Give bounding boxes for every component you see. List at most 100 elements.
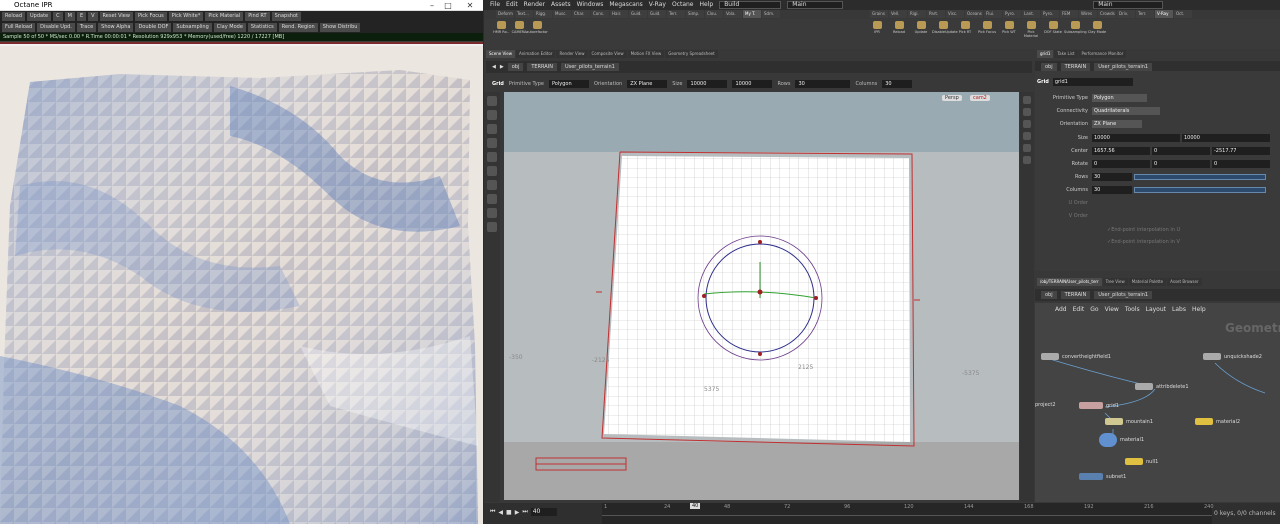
network-tab-0[interactable]: /obj/TERRAIN/User_pilots_terr <box>1037 278 1102 286</box>
ghost-icon[interactable] <box>1023 144 1031 152</box>
first-frame-icon[interactable]: ⏮ <box>490 508 495 516</box>
node-grid1[interactable]: grid1 <box>1079 402 1119 409</box>
viewport-tab-5[interactable]: Geometry Spreadsheet <box>665 50 718 58</box>
p-rotate-z[interactable]: 0 <box>1212 159 1270 168</box>
desktop-main2-dropdown[interactable]: Main <box>1093 1 1164 9</box>
p-center-z[interactable]: -2517.77 <box>1212 146 1270 155</box>
path-node[interactable]: User_pilots_terrain1 <box>560 63 619 71</box>
params-tab-0[interactable]: grid1 <box>1037 50 1054 58</box>
octane-btn-r1-11[interactable]: Snapshot <box>271 12 301 21</box>
orientation-select[interactable]: ZX Plane <box>627 80 668 88</box>
shelf-tab-right-5[interactable]: Oceans <box>965 10 983 18</box>
rows-field[interactable]: 30 <box>795 80 851 88</box>
network-tab-1[interactable]: Tree View <box>1102 278 1128 286</box>
p-rotate-x[interactable]: 0 <box>1092 159 1150 168</box>
columns-field[interactable]: 30 <box>882 80 913 88</box>
shelf-tool-right-2[interactable]: Update <box>910 21 932 34</box>
params-path-terrain[interactable]: TERRAIN <box>1060 63 1091 71</box>
lock-icon[interactable] <box>487 166 497 176</box>
normals-icon[interactable] <box>1023 156 1031 164</box>
shelf-tab-left-0[interactable]: Deform <box>496 10 514 18</box>
current-frame-marker[interactable]: 40 <box>690 503 701 509</box>
p-size-x[interactable]: 10000 <box>1092 133 1180 142</box>
params-path-node[interactable]: User_pilots_terrain1 <box>1094 63 1153 71</box>
shelf-tool-right-8[interactable]: DOF State <box>1042 21 1064 34</box>
shelf-tab-left-6[interactable]: Hair. <box>610 10 628 18</box>
octane-btn-r2-8[interactable]: Rend. Region <box>278 23 318 32</box>
node-convertheightfield1[interactable]: convertheightfield1 <box>1041 353 1111 360</box>
play-icon[interactable]: ▶ <box>515 509 520 516</box>
octane-btn-r1-3[interactable]: M <box>64 12 75 21</box>
rotate-tool-icon[interactable] <box>487 124 497 134</box>
maximize-icon[interactable]: □ <box>440 0 456 11</box>
magnet-icon[interactable] <box>487 208 497 218</box>
shelf-tab-right-11[interactable]: Wires <box>1079 10 1097 18</box>
shelf-tool-right-7[interactable]: Pick Material <box>1020 21 1042 38</box>
menu-vray[interactable]: V-Ray <box>649 0 666 10</box>
params-tab-1[interactable]: Take List <box>1054 50 1078 58</box>
menu-octane[interactable]: Octane <box>672 0 694 10</box>
pose-tool-icon[interactable] <box>487 180 497 190</box>
node-unquickshade2[interactable]: unquickshade2 <box>1203 353 1262 360</box>
move-tool-icon[interactable] <box>487 110 497 120</box>
node-subnet1[interactable]: subnet1 <box>1079 473 1126 480</box>
shelf-tab-left-8[interactable]: Guid. <box>648 10 666 18</box>
shelf-tab-right-7[interactable]: Pyro. <box>1003 10 1021 18</box>
octane-btn-r2-5[interactable]: Subsampling <box>173 23 212 32</box>
shelf-tool-right-1[interactable]: Reload <box>888 21 910 34</box>
shelf-tab-right-16[interactable]: Oct. <box>1174 10 1192 18</box>
p-primtype-select[interactable]: Polygon <box>1092 93 1147 102</box>
menu-file[interactable]: File <box>490 0 500 10</box>
desktop-build-dropdown[interactable]: Build <box>719 1 782 9</box>
octane-btn-r2-2[interactable]: Trace <box>76 23 97 32</box>
shelf-tab-right-10[interactable]: FEM <box>1060 10 1078 18</box>
network-tab-2[interactable]: Material Palette <box>1128 278 1167 286</box>
menu-windows[interactable]: Windows <box>577 0 604 10</box>
shelf-tab-left-5[interactable]: Cons. <box>591 10 609 18</box>
viewport-tab-0[interactable]: Scene View <box>486 50 515 58</box>
octane-btn-r2-7[interactable]: Statistics <box>247 23 277 32</box>
p-center-x[interactable]: 1657.56 <box>1092 146 1150 155</box>
desktop-main-dropdown[interactable]: Main <box>787 1 844 9</box>
shelf-tool-right-4[interactable]: Pick RT <box>954 21 976 34</box>
net-path-obj[interactable]: obj <box>1041 291 1057 299</box>
shelf-tab-left-9[interactable]: Terr. <box>667 10 685 18</box>
persp-menu[interactable]: Persp <box>942 95 962 101</box>
path-terrain[interactable]: TERRAIN <box>527 63 557 71</box>
node-project2[interactable]: project2 <box>1035 402 1056 408</box>
network-editor[interactable]: AddEditGoViewToolsLayoutLabsHelp Geometr… <box>1035 303 1280 502</box>
shelf-tool-right-9[interactable]: Subsampling <box>1064 21 1087 34</box>
network-tab-3[interactable]: Asset Browser <box>1167 278 1202 286</box>
octane-btn-r1-0[interactable]: Reload <box>2 12 26 21</box>
viewport-tab-3[interactable]: Composite View <box>588 50 627 58</box>
shelf-tab-right-14[interactable]: Terr. <box>1136 10 1154 18</box>
back-arrow-icon[interactable]: ◀ <box>492 64 496 70</box>
primitive-type-select[interactable]: Polygon <box>548 80 589 88</box>
p-connectivity-select[interactable]: Quadrilaterals <box>1092 106 1160 115</box>
prev-frame-icon[interactable]: ◀ <box>498 509 503 516</box>
size-x-field[interactable]: 10000 <box>687 80 728 88</box>
shelf-tab-right-0[interactable]: Grains <box>870 10 888 18</box>
octane-btn-r2-1[interactable]: Disable Upd. <box>37 23 75 32</box>
shelf-tab-right-1[interactable]: Vell. <box>889 10 907 18</box>
shelf-tab-left-11[interactable]: Clou. <box>705 10 723 18</box>
shelf-tab-left-4[interactable]: Char. <box>572 10 590 18</box>
scene-viewport[interactable]: Persp cam2 -2125 2125 -5375 5375 -350 <box>504 92 1019 500</box>
stop-icon[interactable]: ■ <box>506 509 512 516</box>
shading-icon[interactable] <box>1023 108 1031 116</box>
params-node-name[interactable]: grid1 <box>1052 77 1133 86</box>
p-center-y[interactable]: 0 <box>1152 146 1210 155</box>
close-icon[interactable]: ✕ <box>462 0 478 11</box>
minimize-icon[interactable]: – <box>424 0 440 11</box>
shelf-tab-left-13[interactable]: My T. <box>743 10 761 18</box>
scale-tool-icon[interactable] <box>487 138 497 148</box>
shelf-tab-right-12[interactable]: Crowds <box>1098 10 1116 18</box>
wireframe-icon[interactable] <box>1023 120 1031 128</box>
viewport-tab-2[interactable]: Render View <box>556 50 588 58</box>
node-material1[interactable]: material1 <box>1099 433 1144 447</box>
forward-arrow-icon[interactable]: ▶ <box>500 64 504 70</box>
menu-render[interactable]: Render <box>524 0 545 10</box>
shelf-tab-left-14[interactable]: Sdm. <box>762 10 780 18</box>
menu-megascans[interactable]: Megascans <box>609 0 642 10</box>
net-path-node[interactable]: User_pilots_terrain1 <box>1094 291 1153 299</box>
